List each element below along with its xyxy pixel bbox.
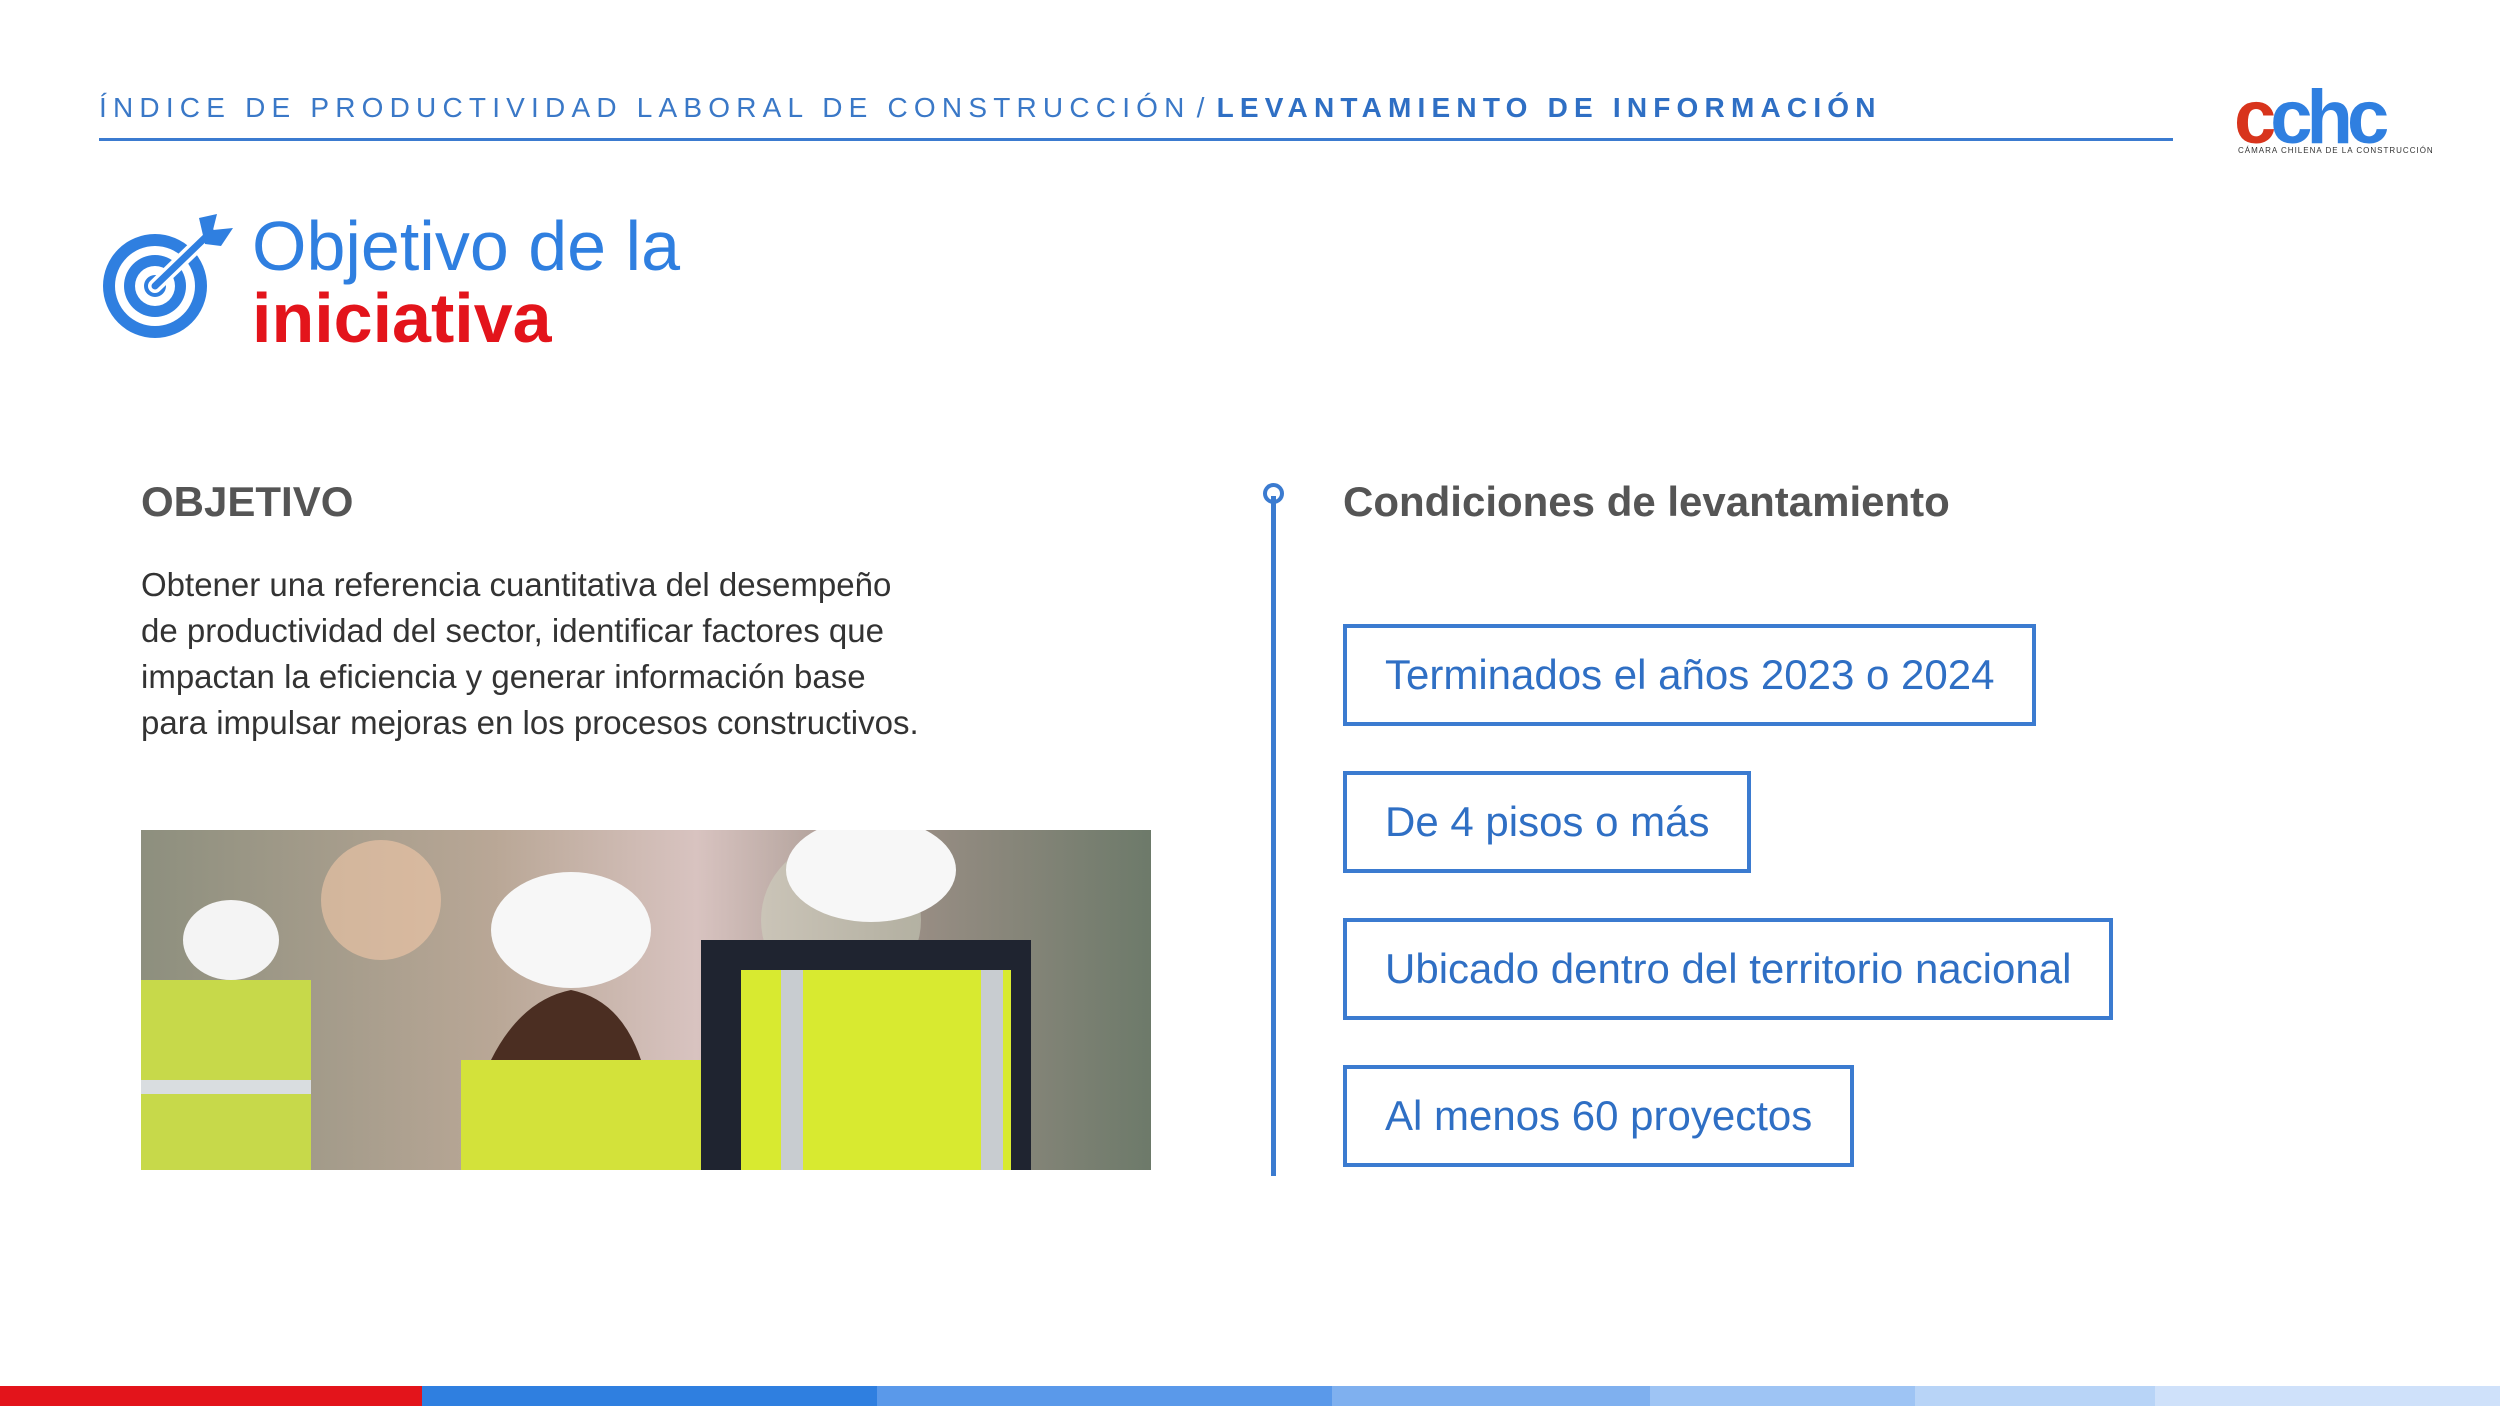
page-title: Objetivo de la iniciativa (252, 210, 680, 354)
condition-item: Al menos 60 proyectos (1343, 1065, 1855, 1167)
breadcrumb-main: ÍNDICE DE PRODUCTIVIDAD LABORAL DE CONST… (99, 92, 1191, 123)
header-divider (99, 138, 2173, 141)
breadcrumb-section: LEVANTAMIENTO DE INFORMACIÓN (1216, 92, 1882, 123)
conditions-heading: Condiciones de levantamiento (1343, 478, 1950, 525)
logo-tagline: CÁMARA CHILENA DE LA CONSTRUCCIÓN (2238, 146, 2434, 155)
objective-text: Obtener una referencia cuantitativa del … (141, 566, 919, 741)
bar-segment (0, 1386, 422, 1406)
title-line-2: iniciativa (252, 279, 552, 357)
breadcrumb-separator: / (1196, 92, 1211, 123)
title-line-1: Objetivo de la (252, 207, 681, 285)
construction-workers-photo (141, 830, 1151, 1170)
bar-segment (1915, 1386, 2155, 1406)
bar-segment (1650, 1386, 1915, 1406)
timeline-line (1271, 496, 1276, 1176)
bar-segment (877, 1386, 1332, 1406)
condition-item: Ubicado dentro del territorio nacional (1343, 918, 2114, 1020)
bar-segment (2155, 1386, 2500, 1406)
objective-heading: OBJETIVO (141, 478, 354, 525)
cchc-logo: cchc CÁMARA CHILENA DE LA CONSTRUCCIÓN (2234, 78, 2434, 160)
bottom-color-bar (0, 1386, 2500, 1406)
condition-item: De 4 pisos o más (1343, 771, 1752, 873)
breadcrumb: ÍNDICE DE PRODUCTIVIDAD LABORAL DE CONST… (99, 92, 2173, 124)
bar-segment (422, 1386, 877, 1406)
bar-segment (1332, 1386, 1650, 1406)
target-icon (103, 214, 233, 338)
condition-item: Terminados el años 2023 o 2024 (1343, 624, 2037, 726)
